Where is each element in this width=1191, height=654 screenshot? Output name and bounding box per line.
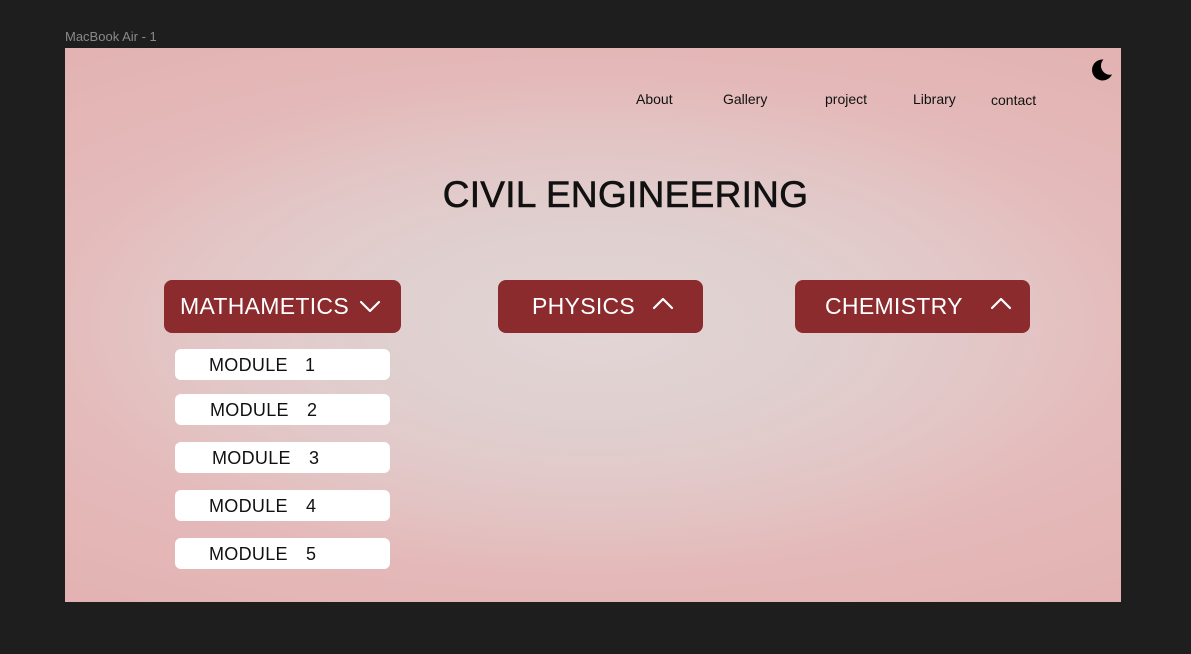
module-label: MODULE xyxy=(210,400,289,420)
page-frame: About Gallery project Library contact CI… xyxy=(65,48,1121,602)
physics-label: PHYSICS xyxy=(532,293,636,319)
chevron-up-icon xyxy=(652,297,674,310)
module-item-2[interactable]: MODULE 2 xyxy=(175,394,390,425)
moon-icon[interactable] xyxy=(1088,57,1114,83)
chevron-down-icon xyxy=(359,300,381,313)
module-label: MODULE xyxy=(212,448,291,468)
chemistry-label: CHEMISTRY xyxy=(825,293,963,319)
chevron-up-icon xyxy=(990,297,1012,310)
module-label: MODULE xyxy=(209,355,288,375)
module-number: 5 xyxy=(306,544,317,564)
nav-link-about[interactable]: About xyxy=(636,91,673,107)
nav-link-library[interactable]: Library xyxy=(913,91,956,107)
module-number: 2 xyxy=(307,400,318,420)
page-title: CIVIL ENGINEERING xyxy=(442,174,809,216)
mathematics-dropdown-button[interactable]: MATHAMETICS xyxy=(164,280,401,333)
module-number: 1 xyxy=(305,355,316,375)
mathematics-label: MATHAMETICS xyxy=(180,293,349,319)
module-label: MODULE xyxy=(209,496,288,516)
chemistry-dropdown-button[interactable]: CHEMISTRY xyxy=(795,280,1030,333)
module-item-5[interactable]: MODULE 5 xyxy=(175,538,390,569)
physics-dropdown-button[interactable]: PHYSICS xyxy=(498,280,703,333)
module-item-1[interactable]: MODULE 1 xyxy=(175,349,390,380)
module-label: MODULE xyxy=(209,544,288,564)
module-item-4[interactable]: MODULE 4 xyxy=(175,490,390,521)
module-number: 3 xyxy=(309,448,320,468)
nav-link-contact[interactable]: contact xyxy=(991,92,1036,108)
nav-link-project[interactable]: project xyxy=(825,91,867,107)
module-item-3[interactable]: MODULE 3 xyxy=(175,442,390,473)
frame-label: MacBook Air - 1 xyxy=(65,29,157,44)
nav-link-gallery[interactable]: Gallery xyxy=(723,91,767,107)
module-number: 4 xyxy=(306,496,317,516)
